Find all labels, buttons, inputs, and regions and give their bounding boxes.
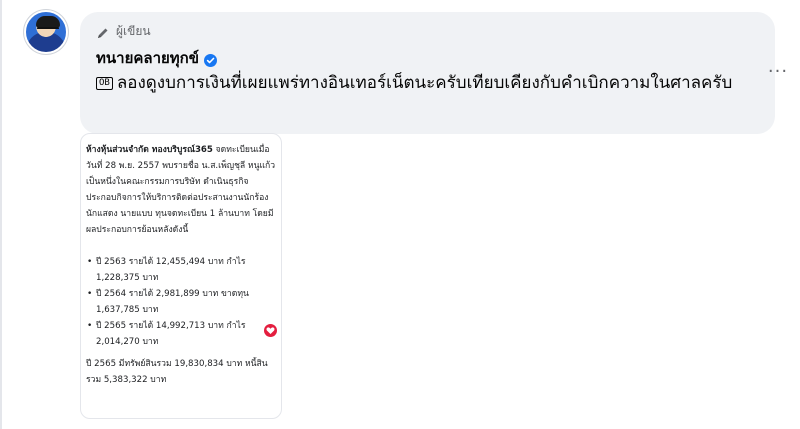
author-label: ผู้เขียน [116, 24, 151, 38]
comment-text: OB ลองดูงบการเงินที่เผยแพร่ทางอินเทอร์เน็… [96, 70, 756, 97]
verified-badge-icon [204, 52, 218, 67]
list-item: ปี 2563 รายได้ 12,455,494 บาท กำไร 1,228… [86, 254, 278, 286]
avatar[interactable] [24, 10, 68, 54]
ob-badge: OB [96, 77, 113, 90]
financial-list: ปี 2563 รายได้ 12,455,494 บาท กำไร 1,228… [86, 254, 278, 350]
more-options-button[interactable]: ··· [765, 63, 791, 82]
author-tag: ผู้เขียน [96, 22, 151, 41]
commenter-name[interactable]: ทนายคลายทุกข์ [96, 46, 199, 70]
company-intro-text: จดทะเบียนเมื่อวันที่ 28 พ.ย. 2557 พบรายช… [86, 145, 276, 235]
financial-summary: ห้างหุ้นส่วนจำกัด ทองบริบูรณ์365 จดทะเบี… [86, 142, 278, 388]
list-item: ปี 2564 รายได้ 2,981,899 บาท ขาดทุน 1,63… [86, 286, 278, 318]
heart-reaction-badge[interactable] [264, 324, 277, 337]
company-name: ห้างหุ้นส่วนจำกัด ทองบริบูรณ์365 [86, 145, 213, 155]
company-intro: ห้างหุ้นส่วนจำกัด ทองบริบูรณ์365 จดทะเบี… [86, 142, 278, 238]
assets-summary: ปี 2565 มีทรัพย์สินรวม 19,830,834 บาท หน… [86, 359, 268, 385]
comment-body: ลองดูงบการเงินที่เผยแพร่ทางอินเทอร์เน็ตน… [116, 73, 733, 93]
list-item: ปี 2565 รายได้ 14,992,713 บาท กำไร 2,014… [86, 318, 278, 350]
comment-bubble: ผู้เขียน ทนายคลายทุกข์ OB ลองดูงบการเงินท… [80, 12, 775, 134]
heart-icon [266, 327, 275, 334]
attached-image[interactable]: ห้างหุ้นส่วนจำกัด ทองบริบูรณ์365 จดทะเบี… [80, 133, 282, 419]
thread-line [0, 0, 2, 429]
commenter: ทนายคลายทุกข์ [96, 46, 218, 70]
pencil-icon [96, 25, 110, 39]
avatar-glasses [37, 27, 59, 33]
